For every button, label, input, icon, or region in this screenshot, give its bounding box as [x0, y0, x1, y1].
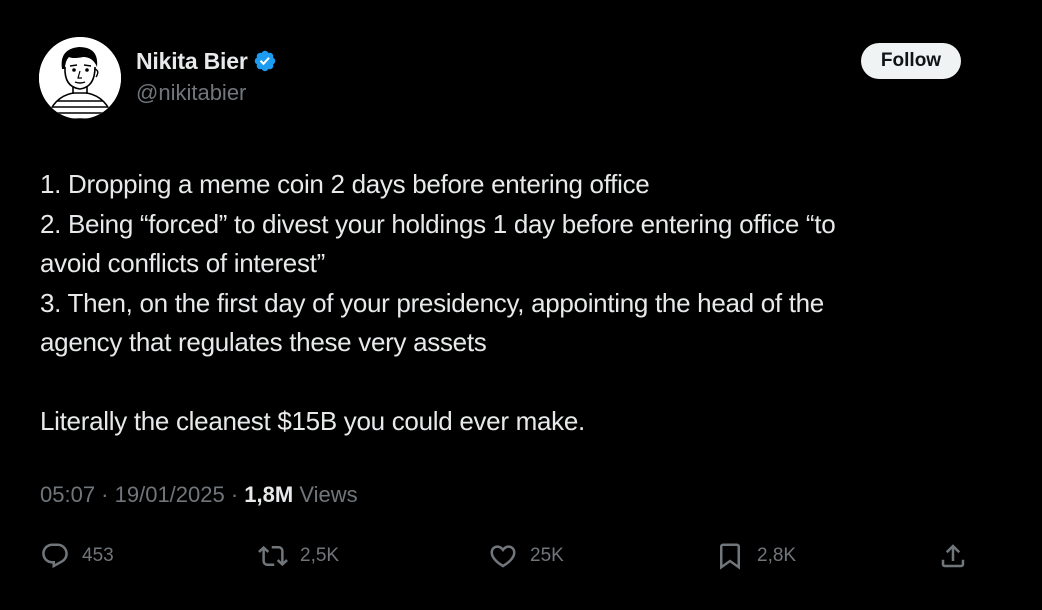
verified-badge-icon[interactable]	[253, 49, 277, 73]
follow-button[interactable]: Follow	[861, 43, 961, 79]
repost-count: 2,5K	[300, 545, 340, 566]
tweet-time[interactable]: 05:07	[40, 482, 95, 507]
author-display-name[interactable]: Nikita Bier	[136, 48, 248, 75]
repost-icon	[258, 541, 288, 571]
like-button[interactable]: 25K	[488, 536, 564, 576]
meta-separator: ·	[95, 482, 115, 507]
reply-icon	[40, 541, 70, 571]
tweet-text: 1. Dropping a meme coin 2 days before en…	[40, 165, 1000, 442]
views-label: Views	[293, 482, 358, 507]
like-icon	[488, 541, 518, 571]
share-button[interactable]	[938, 536, 968, 576]
bookmark-count: 2,8K	[757, 545, 797, 566]
bookmark-button[interactable]: 2,8K	[715, 536, 796, 576]
meta-separator: ·	[224, 482, 245, 507]
share-icon	[938, 541, 968, 571]
tweet-meta: 05:07 · 19/01/2025 · 1,8M Views	[40, 482, 358, 508]
bookmark-icon	[715, 541, 745, 571]
views-count[interactable]: 1,8M	[244, 482, 293, 507]
like-count: 25K	[530, 545, 564, 566]
tweet-date[interactable]: 19/01/2025	[115, 482, 225, 507]
avatar-illustration	[39, 37, 121, 119]
author-name-row: Nikita Bier	[136, 47, 277, 75]
reply-count: 453	[82, 545, 114, 566]
avatar[interactable]	[39, 37, 121, 119]
author-handle[interactable]: @nikitabier	[136, 80, 246, 106]
tweet-line: 3. Then, on the first day of your presid…	[40, 287, 824, 318]
tweet-line: agency that regulates these very assets	[40, 327, 487, 357]
tweet-line: 2. Being “forced” to divest your holding…	[40, 208, 836, 239]
reply-button[interactable]: 453	[40, 536, 114, 576]
tweet-actions-bar: 453 2,5K 25K 2,8K	[0, 536, 1042, 576]
tweet-line: Literally the cleanest $15B you could ev…	[40, 406, 585, 436]
repost-button[interactable]: 2,5K	[258, 536, 339, 576]
tweet-line: avoid conflicts of interest”	[40, 248, 325, 278]
tweet-line: 1. Dropping a meme coin 2 days before en…	[40, 169, 650, 199]
